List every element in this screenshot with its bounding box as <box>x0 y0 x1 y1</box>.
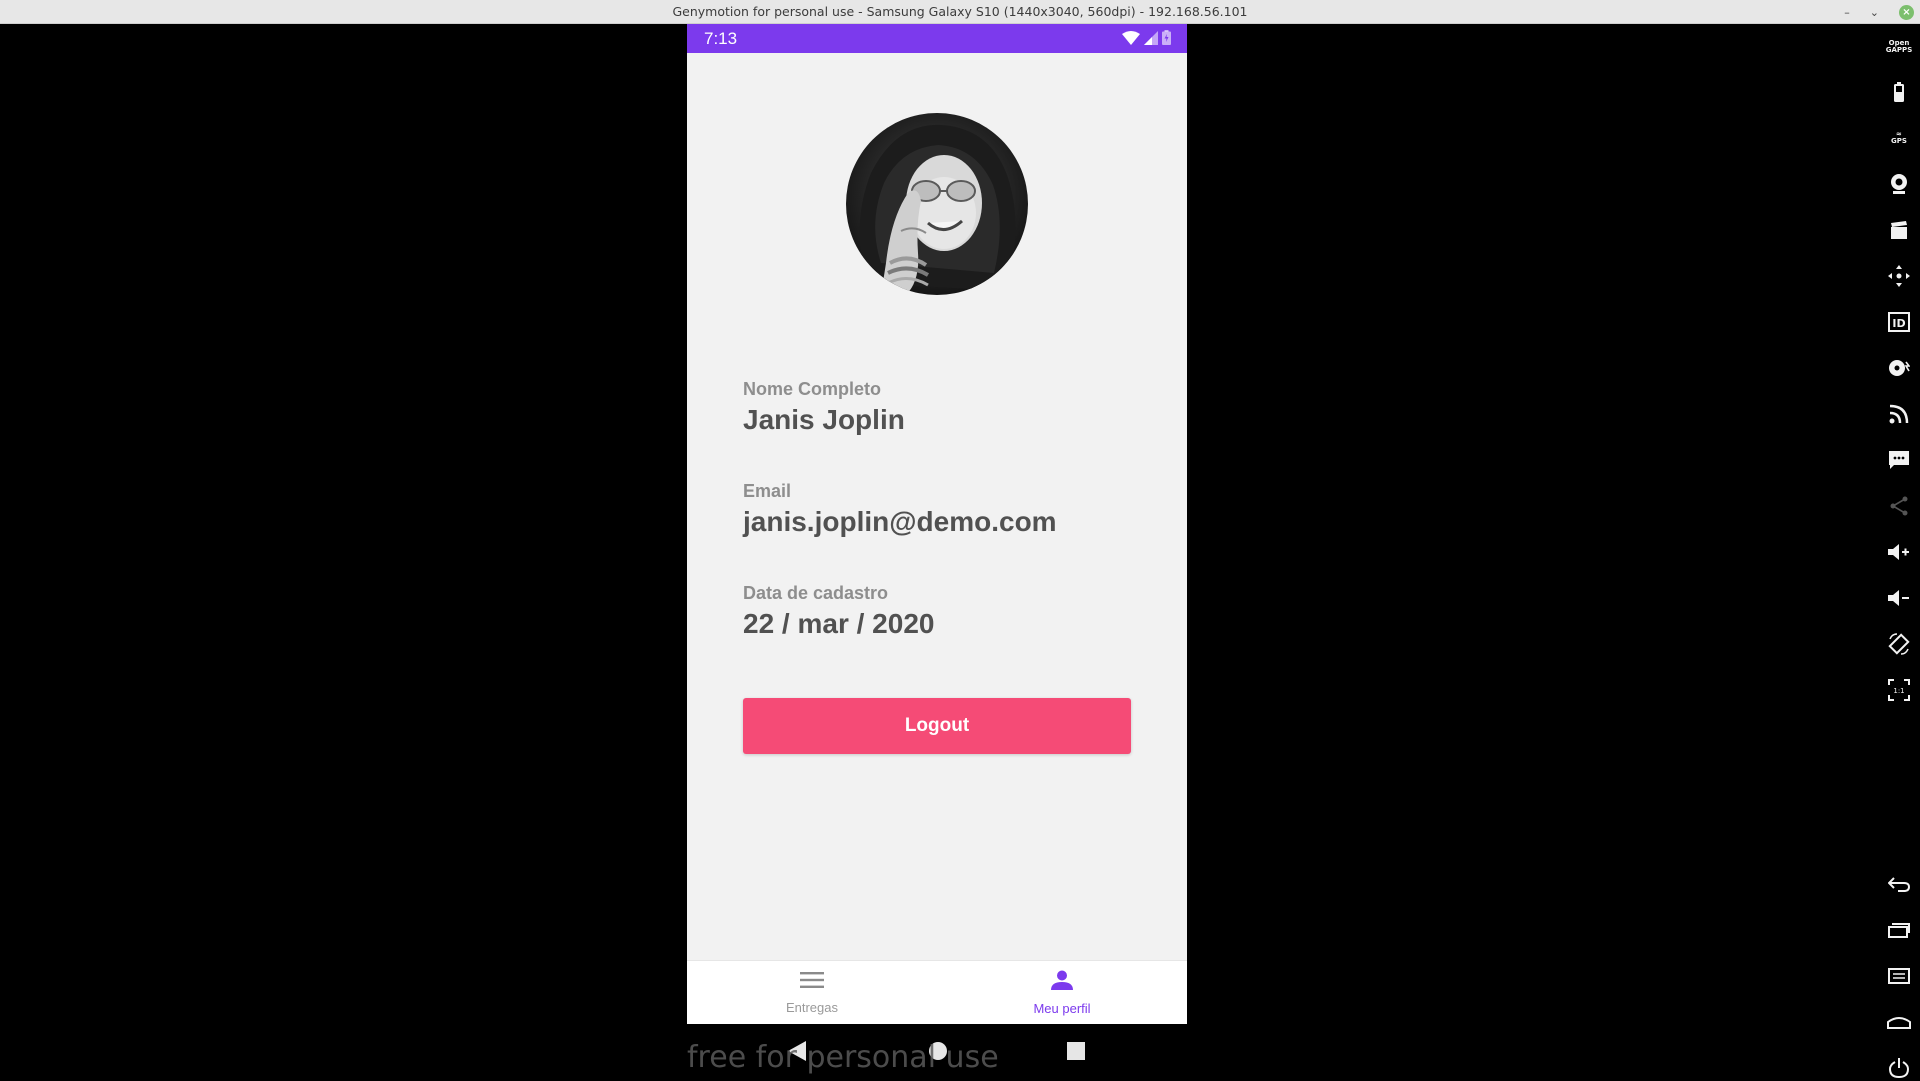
nav-label-meu-perfil: Meu perfil <box>1033 1000 1091 1016</box>
disk-io-icon[interactable] <box>1886 355 1912 381</box>
window-titlebar: Genymotion for personal use - Samsung Ga… <box>0 0 1920 24</box>
pixel-perfect-icon[interactable]: 1:1 <box>1886 677 1912 703</box>
wifi-icon <box>1122 30 1140 50</box>
bottom-navigation: Entregas Meu perfil <box>687 960 1187 1024</box>
power-icon[interactable] <box>1886 1055 1912 1081</box>
battery-icon[interactable] <box>1886 79 1912 105</box>
rotate-icon[interactable] <box>1886 631 1912 657</box>
volume-up-icon[interactable] <box>1886 539 1912 565</box>
menu-icon <box>800 971 824 994</box>
status-icons <box>1122 30 1171 50</box>
status-time: 7:13 <box>704 29 738 48</box>
person-icon <box>1051 970 1073 995</box>
sms-icon[interactable] <box>1886 447 1912 473</box>
signal-icon <box>1144 30 1158 50</box>
share-icon[interactable] <box>1886 493 1912 519</box>
watermark-text: free for personal use <box>687 1040 999 1075</box>
webcam-icon[interactable] <box>1886 171 1912 197</box>
full-name-value: Janis Joplin <box>743 404 905 435</box>
battery-icon <box>1162 30 1171 50</box>
svg-text:ID: ID <box>1892 317 1905 330</box>
minimize-button[interactable]: – <box>1844 6 1850 19</box>
emulator-toolbar: Open GAPPS ≈ GPS ID 1:1 <box>1876 24 1920 1080</box>
nav-label-entregas: Entregas <box>785 999 839 1015</box>
window-controls: – ⌄ × <box>1844 0 1914 24</box>
maximize-button[interactable]: ⌄ <box>1870 6 1879 19</box>
window-title: Genymotion for personal use - Samsung Ga… <box>672 4 1248 19</box>
phone-screen: 7:13 Nome Completo Janis Joplin Email ja… <box>687 24 1187 1024</box>
svg-text:1:1: 1:1 <box>1893 687 1904 695</box>
android-recents-icon[interactable] <box>1067 1042 1085 1065</box>
email-label: Email <box>743 481 792 501</box>
nav-item-entregas[interactable]: Entregas <box>687 961 937 1024</box>
volume-down-icon[interactable] <box>1886 585 1912 611</box>
menu-icon[interactable] <box>1886 963 1912 989</box>
signup-date-label: Data de cadastro <box>743 583 889 603</box>
email-value: janis.joplin@demo.com <box>743 506 1057 537</box>
identifiers-icon[interactable]: ID <box>1886 309 1912 335</box>
screen-capture-icon[interactable] <box>1886 217 1912 243</box>
signup-date-value: 22 / mar / 2020 <box>743 608 935 639</box>
back-icon[interactable] <box>1886 871 1912 897</box>
profile-avatar <box>846 113 1028 295</box>
logout-button[interactable]: Logout <box>743 698 1131 754</box>
status-bar: 7:13 <box>687 24 1187 53</box>
full-name-label: Nome Completo <box>743 379 882 399</box>
recent-apps-icon[interactable] <box>1886 917 1912 943</box>
network-icon[interactable] <box>1886 401 1912 427</box>
gps-icon[interactable]: ≈ GPS <box>1886 125 1912 151</box>
close-button[interactable]: × <box>1899 4 1914 20</box>
remote-control-icon[interactable] <box>1886 263 1912 289</box>
open-gapps-icon[interactable]: Open GAPPS <box>1886 34 1912 60</box>
home-icon[interactable] <box>1886 1009 1912 1035</box>
nav-item-meu-perfil[interactable]: Meu perfil <box>937 961 1187 1024</box>
